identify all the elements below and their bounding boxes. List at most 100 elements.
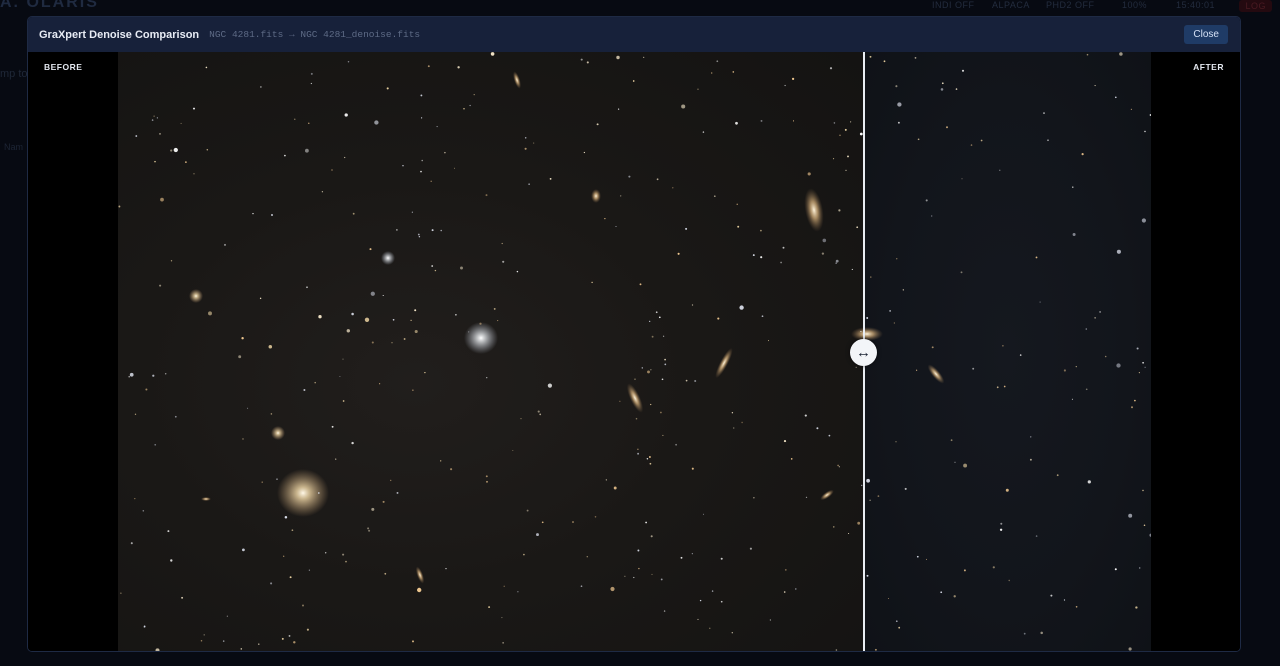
star: [502, 260, 505, 263]
star: [501, 617, 503, 619]
phd2-status[interactable]: PHD2 OFF: [1046, 0, 1095, 10]
star: [539, 413, 542, 416]
star: [344, 113, 348, 117]
star: [902, 289, 904, 291]
star: [414, 309, 417, 312]
modal-title: GraXpert Denoise Comparison: [39, 28, 200, 41]
star: [418, 235, 421, 238]
log-button[interactable]: LOG: [1239, 0, 1272, 12]
star: [164, 373, 167, 375]
star: [368, 529, 371, 532]
star: [1003, 385, 1006, 388]
star: [835, 259, 839, 263]
indi-status[interactable]: INDI OFF: [932, 0, 975, 10]
galaxy: [820, 489, 834, 501]
star: [450, 468, 453, 471]
galaxy: [513, 71, 521, 89]
star: [276, 478, 278, 480]
star: [992, 566, 995, 569]
star: [291, 529, 294, 532]
star: [391, 342, 393, 344]
star: [1081, 153, 1084, 156]
star: [616, 55, 620, 60]
star: [1142, 361, 1144, 364]
star: [961, 178, 963, 180]
comparison-viewer[interactable]: BEFORE AFTER ↔: [28, 52, 1240, 651]
galaxy: [591, 189, 601, 203]
star: [664, 363, 667, 366]
star: [580, 585, 583, 588]
star: [134, 497, 136, 500]
star: [691, 553, 693, 555]
star: [152, 374, 155, 377]
star: [783, 591, 786, 593]
stars: [118, 52, 1151, 651]
star: [650, 369, 652, 371]
star: [887, 597, 890, 600]
star: [524, 147, 527, 150]
star: [940, 591, 943, 594]
star: [314, 381, 316, 384]
star: [382, 294, 384, 297]
star: [208, 311, 212, 316]
star: [833, 122, 836, 124]
star: [697, 88, 699, 90]
star: [866, 574, 869, 577]
star: [193, 173, 195, 175]
star: [869, 55, 872, 58]
close-button[interactable]: Close: [1184, 25, 1228, 44]
star: [658, 316, 661, 319]
drag-arrows-icon: ↔: [856, 344, 871, 361]
star: [782, 246, 785, 249]
star: [460, 266, 463, 270]
star: [839, 134, 841, 136]
star: [795, 588, 797, 590]
star: [352, 212, 355, 215]
star: [547, 383, 552, 388]
star: [306, 286, 308, 289]
star: [142, 510, 145, 512]
star: [493, 307, 496, 310]
alpaca-status[interactable]: ALPACA: [992, 0, 1030, 10]
star: [294, 118, 296, 120]
star: [835, 262, 837, 264]
star: [697, 618, 699, 620]
background-topbar: A. OLARIS INDI OFF ALPACA PHD2 OFF 100% …: [0, 0, 1280, 16]
star: [345, 560, 347, 563]
star: [791, 77, 795, 81]
before-label: BEFORE: [44, 62, 83, 72]
star: [732, 71, 735, 73]
star: [591, 281, 593, 284]
star: [1131, 406, 1133, 409]
star: [1039, 301, 1041, 303]
star: [271, 214, 273, 216]
star: [816, 427, 819, 430]
star: [485, 475, 488, 478]
star: [733, 427, 735, 429]
star: [637, 448, 639, 450]
star: [580, 58, 583, 61]
star: [193, 107, 195, 110]
star: [174, 415, 177, 418]
galaxy: [715, 347, 733, 379]
star: [632, 80, 635, 82]
star: [648, 456, 651, 458]
star: [655, 311, 658, 314]
star: [203, 634, 205, 636]
star: [1116, 363, 1121, 368]
star: [205, 66, 208, 69]
star: [259, 297, 262, 300]
star: [342, 553, 345, 556]
star: [620, 195, 622, 197]
star: [651, 335, 654, 338]
star: [663, 610, 666, 612]
star: [1000, 522, 1003, 525]
star: [369, 248, 372, 251]
star: [1134, 399, 1136, 402]
star: [709, 627, 711, 629]
star: [512, 449, 514, 452]
star: [1002, 344, 1004, 347]
star: [681, 104, 686, 109]
split-handle[interactable]: ↔: [850, 339, 877, 366]
star: [805, 496, 808, 499]
